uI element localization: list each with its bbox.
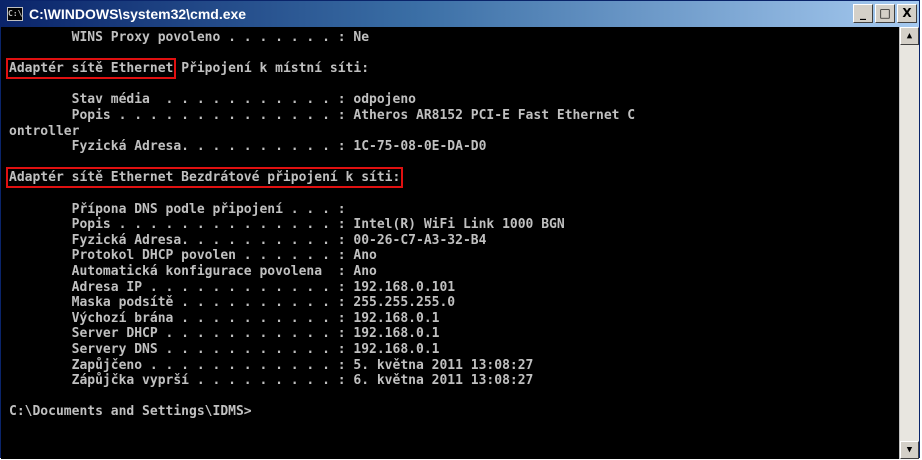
highlighted-adapter-header: Adaptér sítě Ethernet Bezdrátové připoje…	[5, 167, 404, 189]
console-line: Zapůjčeno . . . . . . . . . . . . : 5. k…	[9, 357, 534, 373]
window-title: C:\WINDOWS\system32\cmd.exe	[29, 6, 247, 22]
console-line: Automatická konfigurace povolena : Ano	[9, 264, 377, 279]
window-controls: _ □ X	[853, 4, 917, 24]
console-line: C:\Documents and Settings\IDMS>	[9, 404, 252, 420]
console-line: Adresa IP . . . . . . . . . . . . : 192.…	[9, 279, 456, 295]
console-line: Maska podsítě . . . . . . . . . . : 255.…	[9, 295, 456, 311]
console-window: C:\ C:\WINDOWS\system32\cmd.exe _ □ X WI…	[0, 0, 920, 459]
console-line: Zápůjčka vyprší . . . . . . . . . : 6. k…	[9, 373, 534, 389]
console-line: Stav média . . . . . . . . . . . : odpoj…	[9, 92, 416, 108]
console-line: Protokol DHCP povolen . . . . . . : Ano	[9, 248, 377, 264]
scroll-up-button[interactable]: ▲	[900, 27, 919, 45]
highlighted-adapter-label: Adaptér sítě Ethernet	[5, 58, 177, 80]
console-line: ontroller	[9, 123, 80, 139]
adapter-header-rest: Připojení k místní síti:	[173, 61, 370, 77]
console-output[interactable]: WINS Proxy povoleno . . . . . . . : Ne Ad…	[1, 27, 899, 459]
close-button[interactable]: X	[897, 4, 917, 23]
minimize-button[interactable]: _	[853, 4, 873, 23]
console-line: Popis . . . . . . . . . . . . . . : Athe…	[9, 108, 636, 123]
console-line: Server DHCP . . . . . . . . . . . : 192.…	[9, 326, 440, 342]
maximize-button[interactable]: □	[875, 4, 895, 23]
console-line: Adaptér sítě Ethernet Připojení k místní…	[5, 58, 370, 80]
console-line: Fyzická Adresa. . . . . . . . . . : 00-2…	[9, 232, 487, 248]
console-line: Fyzická Adresa. . . . . . . . . . : 1C-7…	[9, 139, 487, 155]
vertical-scrollbar[interactable]: ▲ ▼	[899, 27, 919, 459]
console-line: WINS Proxy povoleno . . . . . . . : Ne	[9, 30, 370, 45]
console-line: Servery DNS . . . . . . . . . . . : 192.…	[9, 342, 440, 357]
title-bar[interactable]: C:\ C:\WINDOWS\system32\cmd.exe _ □ X	[1, 1, 919, 27]
console-line: Adaptér sítě Ethernet Bezdrátové připoje…	[5, 167, 404, 189]
scroll-down-button[interactable]: ▼	[900, 441, 919, 459]
cmd-app-icon[interactable]: C:\	[7, 7, 23, 21]
console-line: Popis . . . . . . . . . . . . . . : Inte…	[9, 217, 565, 233]
console-line: Výchozí brána . . . . . . . . . . : 192.…	[9, 310, 440, 326]
console-line: Přípona DNS podle připojení . . . :	[9, 201, 346, 217]
